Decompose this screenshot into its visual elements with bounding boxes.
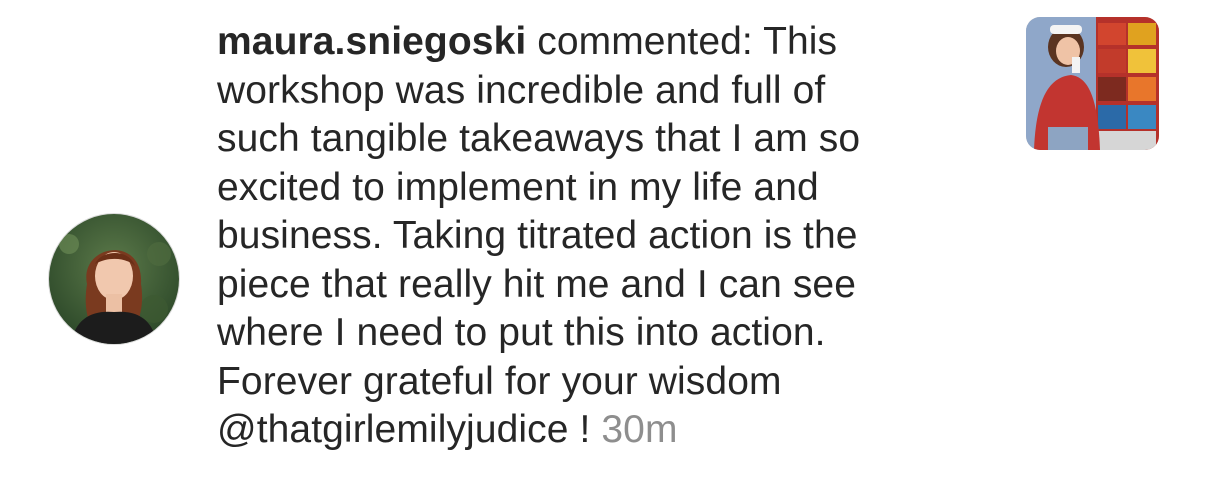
mention-link[interactable]: @thatgirlemilyjudice (217, 408, 569, 451)
profile-photo-icon (49, 214, 179, 344)
comment-text: maura.sniegoski commented: This workshop… (217, 18, 977, 455)
user-avatar[interactable] (49, 214, 179, 344)
timestamp: 30m (601, 408, 678, 451)
post-thumbnail-icon (1026, 17, 1159, 150)
comment-suffix: ! (579, 408, 591, 451)
comment-notification[interactable]: maura.sniegoski commented: This workshop… (0, 0, 1206, 484)
action-text: commented: (537, 20, 753, 63)
username-link[interactable]: maura.sniegoski (217, 20, 526, 63)
comment-body: This workshop was incredible and full of… (217, 20, 861, 403)
post-thumbnail[interactable] (1026, 17, 1159, 150)
